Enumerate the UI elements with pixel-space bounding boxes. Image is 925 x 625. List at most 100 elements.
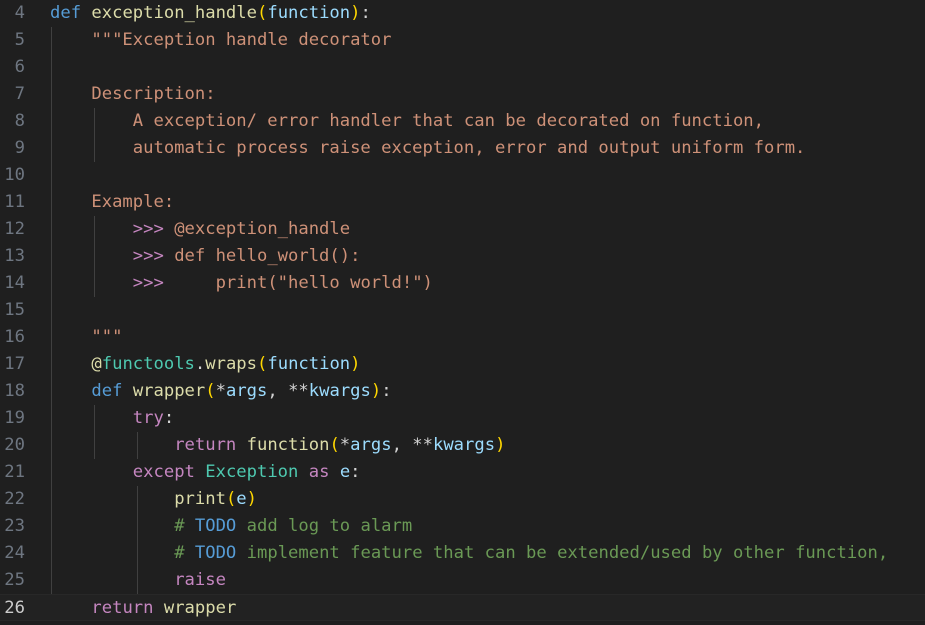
line-number: 6 bbox=[14, 57, 25, 77]
line-code: # TODO implement feature that can be ext… bbox=[50, 540, 888, 567]
line-number: 8 bbox=[14, 111, 25, 131]
code-token: @ bbox=[91, 354, 102, 374]
code-token: kwargs bbox=[432, 435, 496, 455]
line-number: 22 bbox=[4, 489, 25, 509]
code-line[interactable]: 17 @functools.wraps(function) bbox=[0, 351, 925, 378]
line-code: >>> print("hello world!") bbox=[50, 270, 433, 297]
code-line[interactable]: 13 >>> def hello_world(): bbox=[0, 243, 925, 270]
line-code: >>> @exception_handle bbox=[50, 216, 350, 243]
code-token: ( bbox=[256, 3, 268, 23]
code-token: : bbox=[381, 381, 392, 401]
line-number: 26 bbox=[4, 598, 25, 618]
code-line[interactable]: 11 Example: bbox=[0, 189, 925, 216]
code-token: """ bbox=[50, 327, 123, 347]
line-number: 14 bbox=[4, 273, 25, 293]
line-code: >>> def hello_world(): bbox=[50, 243, 361, 270]
line-number: 15 bbox=[4, 300, 25, 320]
code-token: ( bbox=[205, 381, 216, 401]
code-token: ( bbox=[225, 489, 237, 509]
line-number: 11 bbox=[4, 192, 25, 212]
code-line[interactable]: 24 # TODO implement feature that can be … bbox=[0, 540, 925, 567]
code-token: automatic process raise exception, error… bbox=[50, 138, 806, 158]
code-token: >>> bbox=[132, 246, 164, 266]
line-number: 20 bbox=[4, 435, 25, 455]
code-token: args bbox=[350, 435, 392, 455]
code-editor[interactable]: 4 def exception_handle(function): 5 """Exc… bbox=[0, 0, 925, 625]
code-line[interactable]: 25 raise bbox=[0, 567, 925, 594]
code-token: function bbox=[267, 354, 351, 374]
code-line[interactable]: 8 A exception/ error handler that can be… bbox=[0, 108, 925, 135]
code-token: exception_handle bbox=[91, 3, 257, 23]
code-token: try bbox=[132, 408, 164, 428]
code-token: TODO bbox=[194, 543, 237, 563]
code-line[interactable]: 20 return function(*args, **kwargs) bbox=[0, 432, 925, 459]
code-line[interactable]: 19 try: bbox=[0, 405, 925, 432]
code-line[interactable]: 6 bbox=[0, 54, 925, 81]
code-token: >>> bbox=[132, 219, 164, 239]
code-token: def bbox=[50, 3, 82, 23]
code-token: e bbox=[236, 489, 247, 509]
code-token: : bbox=[360, 3, 371, 23]
code-line[interactable]: 14 >>> print("hello world!") bbox=[0, 270, 925, 297]
line-code: try: bbox=[50, 405, 174, 432]
code-line[interactable]: 9 automatic process raise exception, err… bbox=[0, 135, 925, 162]
code-line[interactable]: 18 def wrapper(*args, **kwargs): bbox=[0, 378, 925, 405]
line-number: 10 bbox=[4, 165, 25, 185]
code-token: except bbox=[132, 462, 195, 482]
code-token: . bbox=[194, 354, 206, 374]
code-line[interactable]: 4 def exception_handle(function): bbox=[0, 0, 925, 27]
line-number: 12 bbox=[4, 219, 25, 239]
code-token: , bbox=[391, 435, 413, 455]
code-line[interactable]: 22 print(e) bbox=[0, 486, 925, 513]
line-number: 5 bbox=[14, 30, 25, 50]
code-token: args bbox=[225, 381, 268, 401]
line-code: def exception_handle(function): bbox=[50, 0, 371, 27]
code-token: * bbox=[339, 435, 351, 455]
code-token: wrapper bbox=[163, 598, 237, 618]
code-token: raise bbox=[174, 570, 226, 590]
code-token: ) bbox=[350, 354, 361, 374]
code-token: Exception bbox=[205, 462, 299, 482]
line-number: 13 bbox=[4, 246, 25, 266]
code-line[interactable]: 12 >>> @exception_handle bbox=[0, 216, 925, 243]
code-line[interactable]: 16 """ bbox=[0, 324, 925, 351]
code-line[interactable]: 26 return wrapper bbox=[0, 594, 925, 621]
code-token: implement feature that can be extended/u… bbox=[236, 543, 889, 563]
code-line[interactable]: 21 except Exception as e: bbox=[0, 459, 925, 486]
code-token: ) bbox=[350, 3, 361, 23]
code-line[interactable]: 23 # TODO add log to alarm bbox=[0, 513, 925, 540]
line-code: """Exception handle decorator bbox=[50, 27, 391, 54]
code-line[interactable]: 7 Description: bbox=[0, 81, 925, 108]
line-code: Description: bbox=[50, 81, 215, 108]
code-token: wrapper bbox=[132, 381, 206, 401]
code-line[interactable]: 15 bbox=[0, 297, 925, 324]
code-token: add log to alarm bbox=[236, 516, 413, 536]
code-token: # bbox=[174, 543, 195, 563]
code-token: function bbox=[246, 435, 330, 455]
code-token: return bbox=[91, 598, 154, 618]
line-number: 25 bbox=[4, 570, 25, 590]
code-line[interactable]: 10 bbox=[0, 162, 925, 189]
line-number: 7 bbox=[14, 84, 25, 104]
code-line[interactable]: 5 """Exception handle decorator bbox=[0, 27, 925, 54]
code-token: print("hello world!") bbox=[163, 273, 433, 293]
line-number: 16 bbox=[4, 327, 25, 347]
code-token: as bbox=[308, 462, 330, 482]
line-code: automatic process raise exception, error… bbox=[50, 135, 806, 162]
code-token: # bbox=[174, 516, 195, 536]
code-token: , bbox=[267, 381, 289, 401]
code-token: ) bbox=[495, 435, 506, 455]
line-number: 19 bbox=[4, 408, 25, 428]
line-code: except Exception as e: bbox=[50, 459, 361, 486]
